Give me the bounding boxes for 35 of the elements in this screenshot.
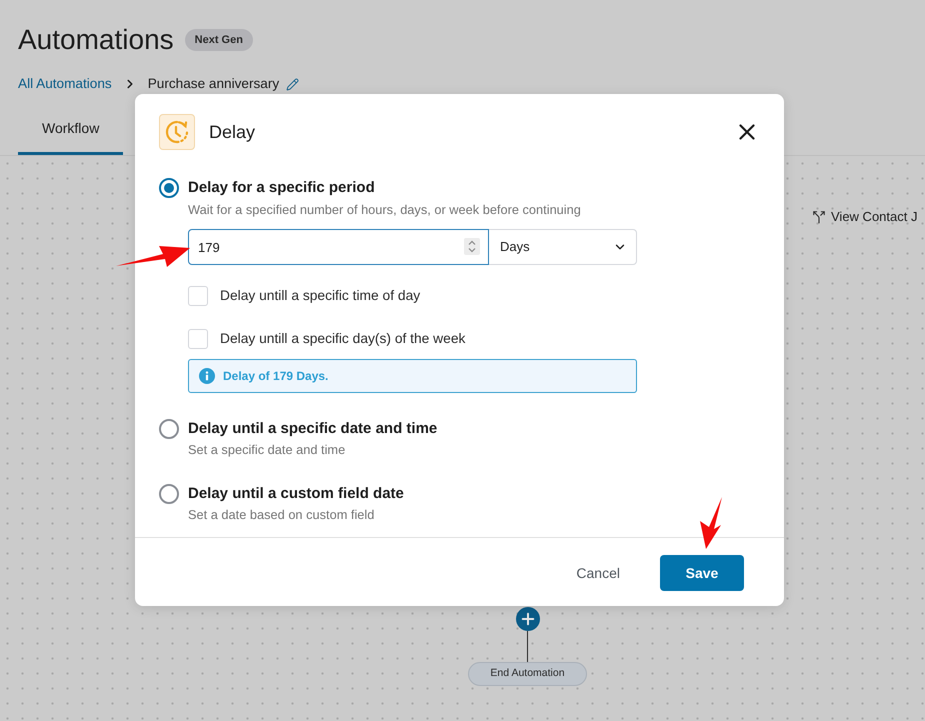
spinner-arrows-icon[interactable] <box>464 238 480 255</box>
option-description: Set a specific date and time <box>188 442 346 458</box>
split-arrows-icon <box>812 210 826 224</box>
checkbox[interactable] <box>188 329 208 350</box>
clock-icon <box>159 114 195 150</box>
end-automation-node[interactable]: End Automation <box>468 662 587 686</box>
radio-button[interactable] <box>159 484 179 504</box>
dialog-title: Delay <box>209 120 256 144</box>
next-gen-badge: Next Gen <box>184 29 253 51</box>
radio-button[interactable] <box>159 178 179 198</box>
view-contact-journey-link[interactable]: View Contact J <box>831 207 918 226</box>
number-field[interactable]: 179 <box>188 229 489 265</box>
option-title: Delay for a specific period <box>188 178 376 198</box>
radio-button[interactable] <box>159 419 179 440</box>
breadcrumb-current: Purchase anniversary <box>148 74 280 93</box>
connector-line <box>527 631 528 662</box>
save-button[interactable]: Save <box>660 555 744 591</box>
info-text: Delay of 179 Days. <box>223 368 328 386</box>
option-title: Delay until a specific date and time <box>188 419 438 440</box>
option-description: Set a date based on custom field <box>188 507 376 524</box>
breadcrumb-link[interactable]: All Automations <box>18 74 112 94</box>
cancel-button[interactable]: Cancel <box>560 555 636 591</box>
info-icon <box>199 368 215 384</box>
pencil-icon[interactable] <box>286 78 300 90</box>
option-title: Delay until a custom field date <box>188 484 404 504</box>
checkbox-label: Delay untill a specific time of day <box>220 287 420 305</box>
unit-select[interactable]: Days <box>489 229 637 265</box>
workflow-tab[interactable]: Workflow <box>18 105 124 155</box>
page-title: Automations <box>18 23 174 57</box>
checkbox[interactable] <box>188 286 208 306</box>
pointer-arrow-icon <box>700 497 723 549</box>
add-step-button[interactable] <box>516 607 540 631</box>
checkbox-label: Delay untill a specific day(s) of the week <box>220 330 466 348</box>
plus-icon <box>519 610 537 628</box>
option-description: Wait for a specified number of hours, days, or week before continuing <box>188 202 582 218</box>
